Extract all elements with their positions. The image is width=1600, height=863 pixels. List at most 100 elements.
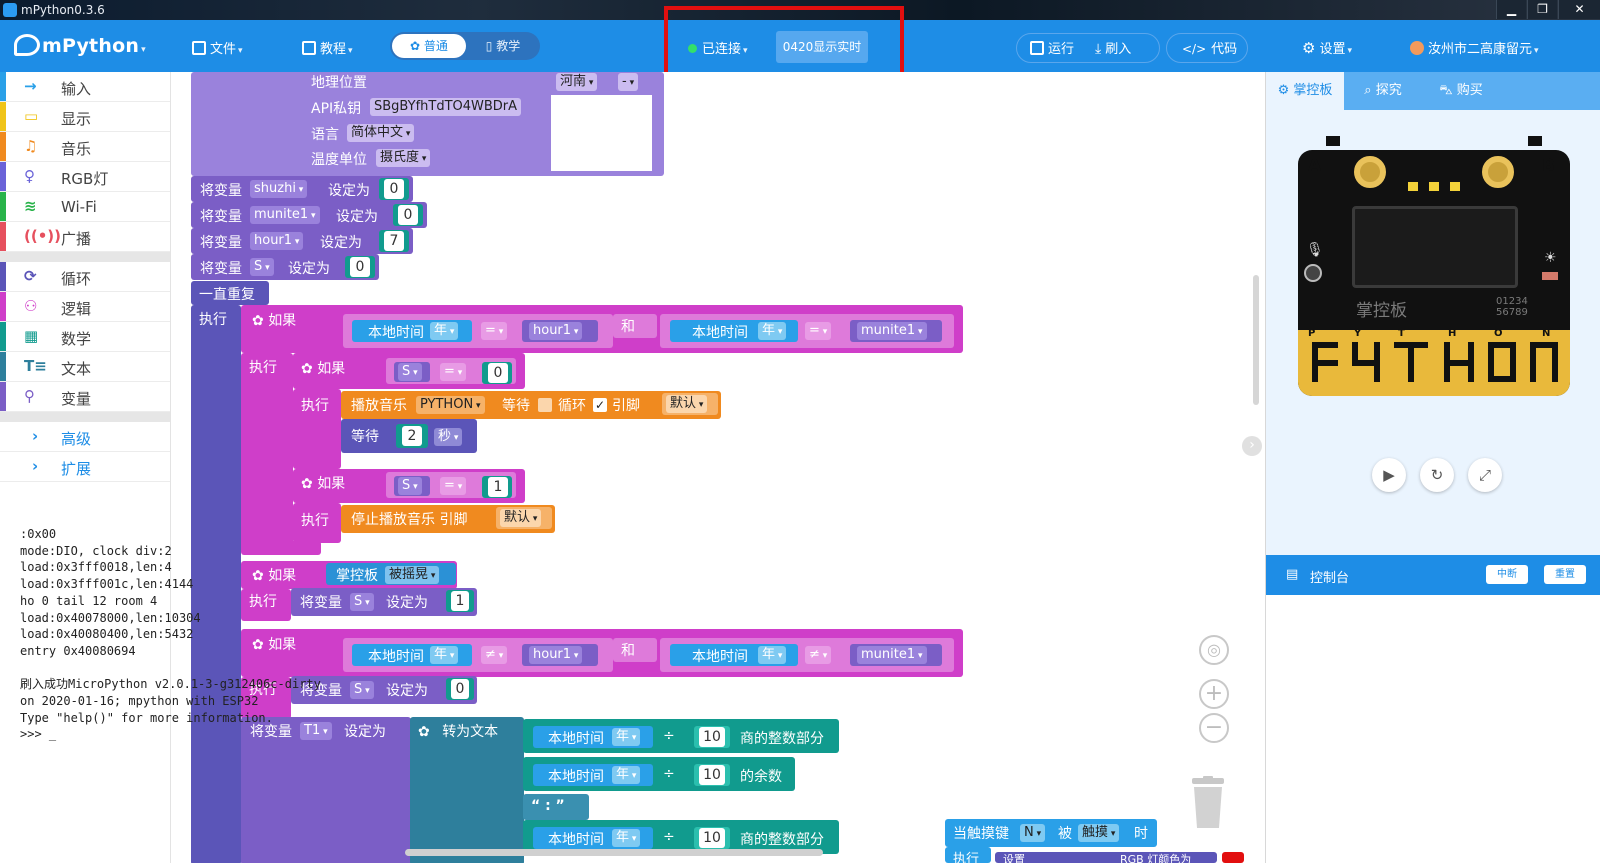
- set-var-value[interactable]: 0: [398, 205, 418, 225]
- and-3[interactable]: [613, 638, 657, 662]
- op-s0[interactable]: =: [440, 363, 467, 381]
- stop-pin-dropdown[interactable]: 默认: [500, 509, 542, 527]
- sim-restart-button[interactable]: ↻: [1420, 458, 1454, 492]
- var-hour1-3a-label[interactable]: hour1: [529, 646, 583, 664]
- user-menu[interactable]: 汝州市二高康留元 ▾: [1410, 38, 1539, 57]
- wait-unit-dropdown[interactable]: 秒: [434, 428, 463, 446]
- music-name-dropdown[interactable]: PYTHON: [416, 396, 485, 414]
- set-s-0-value[interactable]: 0: [451, 679, 469, 699]
- tutorial-menu[interactable]: 教程 ▾: [302, 38, 353, 57]
- geo-value-dropdown[interactable]: 河南: [556, 73, 598, 91]
- sidebar-item-5-items2[interactable]: ⚲ 变量: [0, 382, 170, 412]
- set-s-1-value[interactable]: 1: [451, 591, 469, 611]
- touch-key-dropdown[interactable]: N: [1020, 824, 1046, 842]
- local-time-t1b-unit[interactable]: 年: [612, 766, 641, 784]
- mode-normal-button[interactable]: ✿ 普通: [392, 34, 466, 58]
- sidebar-item-3-items2[interactable]: ▦ 数学: [0, 322, 170, 352]
- wait-checkbox[interactable]: [538, 398, 552, 412]
- touch-pad-right[interactable]: [1482, 156, 1514, 188]
- set-var-value[interactable]: 0: [350, 257, 370, 277]
- num-10-1-value[interactable]: 10: [699, 727, 725, 747]
- loop-checkbox[interactable]: ✓: [593, 398, 607, 412]
- sidebar-item-1-advanced[interactable]: › 高级: [0, 422, 170, 452]
- op-3b[interactable]: ≠: [805, 646, 832, 664]
- and-1[interactable]: [613, 314, 657, 338]
- sidebar-item-6-items[interactable]: ((•)) 广播: [0, 222, 170, 252]
- mode-teach-button[interactable]: ▯ 教学: [468, 34, 538, 58]
- maximize-button[interactable]: ❐: [1527, 0, 1557, 19]
- collapse-panel-icon[interactable]: ›: [1242, 436, 1262, 456]
- num-10-3-value[interactable]: 10: [699, 828, 725, 848]
- geo-dash-dropdown[interactable]: -: [618, 73, 639, 91]
- var-munite1-3b-label[interactable]: munite1: [857, 646, 927, 664]
- minimize-button[interactable]: ▁: [1496, 0, 1526, 19]
- set-var-name-dropdown[interactable]: shuzhi: [250, 180, 308, 198]
- op-1b[interactable]: =: [805, 322, 832, 340]
- file-menu[interactable]: 文件 ▾: [192, 38, 243, 57]
- set-var-value[interactable]: 7: [384, 231, 404, 251]
- reset-button[interactable]: 重置: [1544, 565, 1586, 584]
- sidebar-item-1-items[interactable]: → 输入: [0, 72, 170, 102]
- local-time-3a-unit[interactable]: 年: [430, 646, 459, 664]
- run-button[interactable]: 运行: [1030, 38, 1074, 57]
- close-button[interactable]: ✕: [1558, 0, 1600, 19]
- board-event-dropdown[interactable]: 被摇晃: [385, 566, 440, 584]
- tab-buy[interactable]: ⛍ 购买: [1422, 72, 1500, 110]
- local-time-1b-unit[interactable]: 年: [758, 322, 787, 340]
- workspace-vertical-scrollbar[interactable]: [1253, 275, 1259, 405]
- tab-board[interactable]: ⚙ 掌控板: [1266, 72, 1344, 110]
- recenter-icon[interactable]: ◎: [1199, 635, 1229, 665]
- set-var-value[interactable]: 0: [384, 179, 404, 199]
- set-s-0-var[interactable]: S: [350, 681, 374, 699]
- set-var-name-dropdown[interactable]: hour1: [250, 232, 304, 250]
- rgb-color-swatch[interactable]: [1222, 852, 1244, 863]
- local-time-3b-unit[interactable]: 年: [758, 646, 787, 664]
- var-munite1-1b-label[interactable]: munite1: [857, 322, 927, 340]
- wait-value[interactable]: 2: [402, 426, 422, 446]
- set-var-name-dropdown[interactable]: S: [250, 258, 274, 276]
- lang-dropdown[interactable]: 简体中文: [347, 124, 415, 142]
- num-10-2-value[interactable]: 10: [699, 765, 725, 785]
- local-time-t1a-unit[interactable]: 年: [612, 728, 641, 746]
- op-3a[interactable]: ≠: [481, 646, 508, 664]
- zoom-out-icon[interactable]: −: [1199, 713, 1229, 743]
- local-time-t1c-unit[interactable]: 年: [612, 829, 641, 847]
- trash-icon[interactable]: [1188, 776, 1228, 830]
- tab-explore[interactable]: ⌕ 探究: [1344, 72, 1422, 110]
- sim-fullscreen-button[interactable]: ⤢: [1468, 458, 1502, 492]
- api-key-field[interactable]: SBgBYfhTdTO4WBDrA: [370, 98, 522, 116]
- set-var-name-dropdown[interactable]: munite1: [250, 206, 320, 224]
- var-s-s0-label[interactable]: S: [398, 363, 422, 381]
- var-hour1-1a-label[interactable]: hour1: [529, 322, 583, 340]
- button-b[interactable]: B: [1542, 156, 1555, 176]
- code-button[interactable]: </> 代码: [1182, 38, 1237, 57]
- console-output[interactable]: :0x00 mode:DIO, clock div:2 load:0x3fff001…: [20, 526, 325, 743]
- mode-switch[interactable]: ✿ 普通 ▯ 教学: [390, 32, 540, 60]
- sim-play-button[interactable]: ▶: [1372, 458, 1406, 492]
- temp-dropdown[interactable]: 摄氏度: [376, 149, 431, 167]
- music-pin-dropdown[interactable]: 默认: [666, 395, 708, 413]
- num-s0-value[interactable]: 0: [488, 363, 508, 383]
- button-a[interactable]: A: [1308, 156, 1321, 176]
- interrupt-button[interactable]: 中断: [1486, 565, 1528, 584]
- sidebar-item-4-items[interactable]: ♀ RGB灯: [0, 162, 170, 192]
- sidebar-item-1-items2[interactable]: ⟳ 循环: [0, 262, 170, 292]
- sidebar-item-2-advanced[interactable]: › 扩展: [0, 452, 170, 482]
- workspace-horizontal-scrollbar[interactable]: [405, 849, 823, 856]
- num-s1-value[interactable]: 1: [488, 477, 508, 497]
- flash-button[interactable]: ⤓ 刷入: [1095, 38, 1131, 57]
- op-1a[interactable]: =: [481, 322, 508, 340]
- sidebar-item-2-items2[interactable]: ⚇ 逻辑: [0, 292, 170, 322]
- settings-menu[interactable]: ⚙ 设置 ▾: [1302, 38, 1352, 57]
- touch-action-dropdown[interactable]: 触摸: [1078, 824, 1120, 842]
- sidebar-item-5-items[interactable]: ≋ Wi-Fi: [0, 192, 170, 222]
- set-s-1-var[interactable]: S: [350, 593, 374, 611]
- sidebar-item-2-items[interactable]: ▭ 显示: [0, 102, 170, 132]
- touch-pad-left[interactable]: [1354, 156, 1386, 188]
- op-s1[interactable]: =: [440, 477, 467, 495]
- sidebar-item-4-items2[interactable]: T≡ 文本: [0, 352, 170, 382]
- zoom-in-icon[interactable]: +: [1199, 679, 1229, 709]
- local-time-1a-unit[interactable]: 年: [430, 322, 459, 340]
- sidebar-item-3-items[interactable]: ♫ 音乐: [0, 132, 170, 162]
- var-s-s1-label[interactable]: S: [398, 477, 422, 495]
